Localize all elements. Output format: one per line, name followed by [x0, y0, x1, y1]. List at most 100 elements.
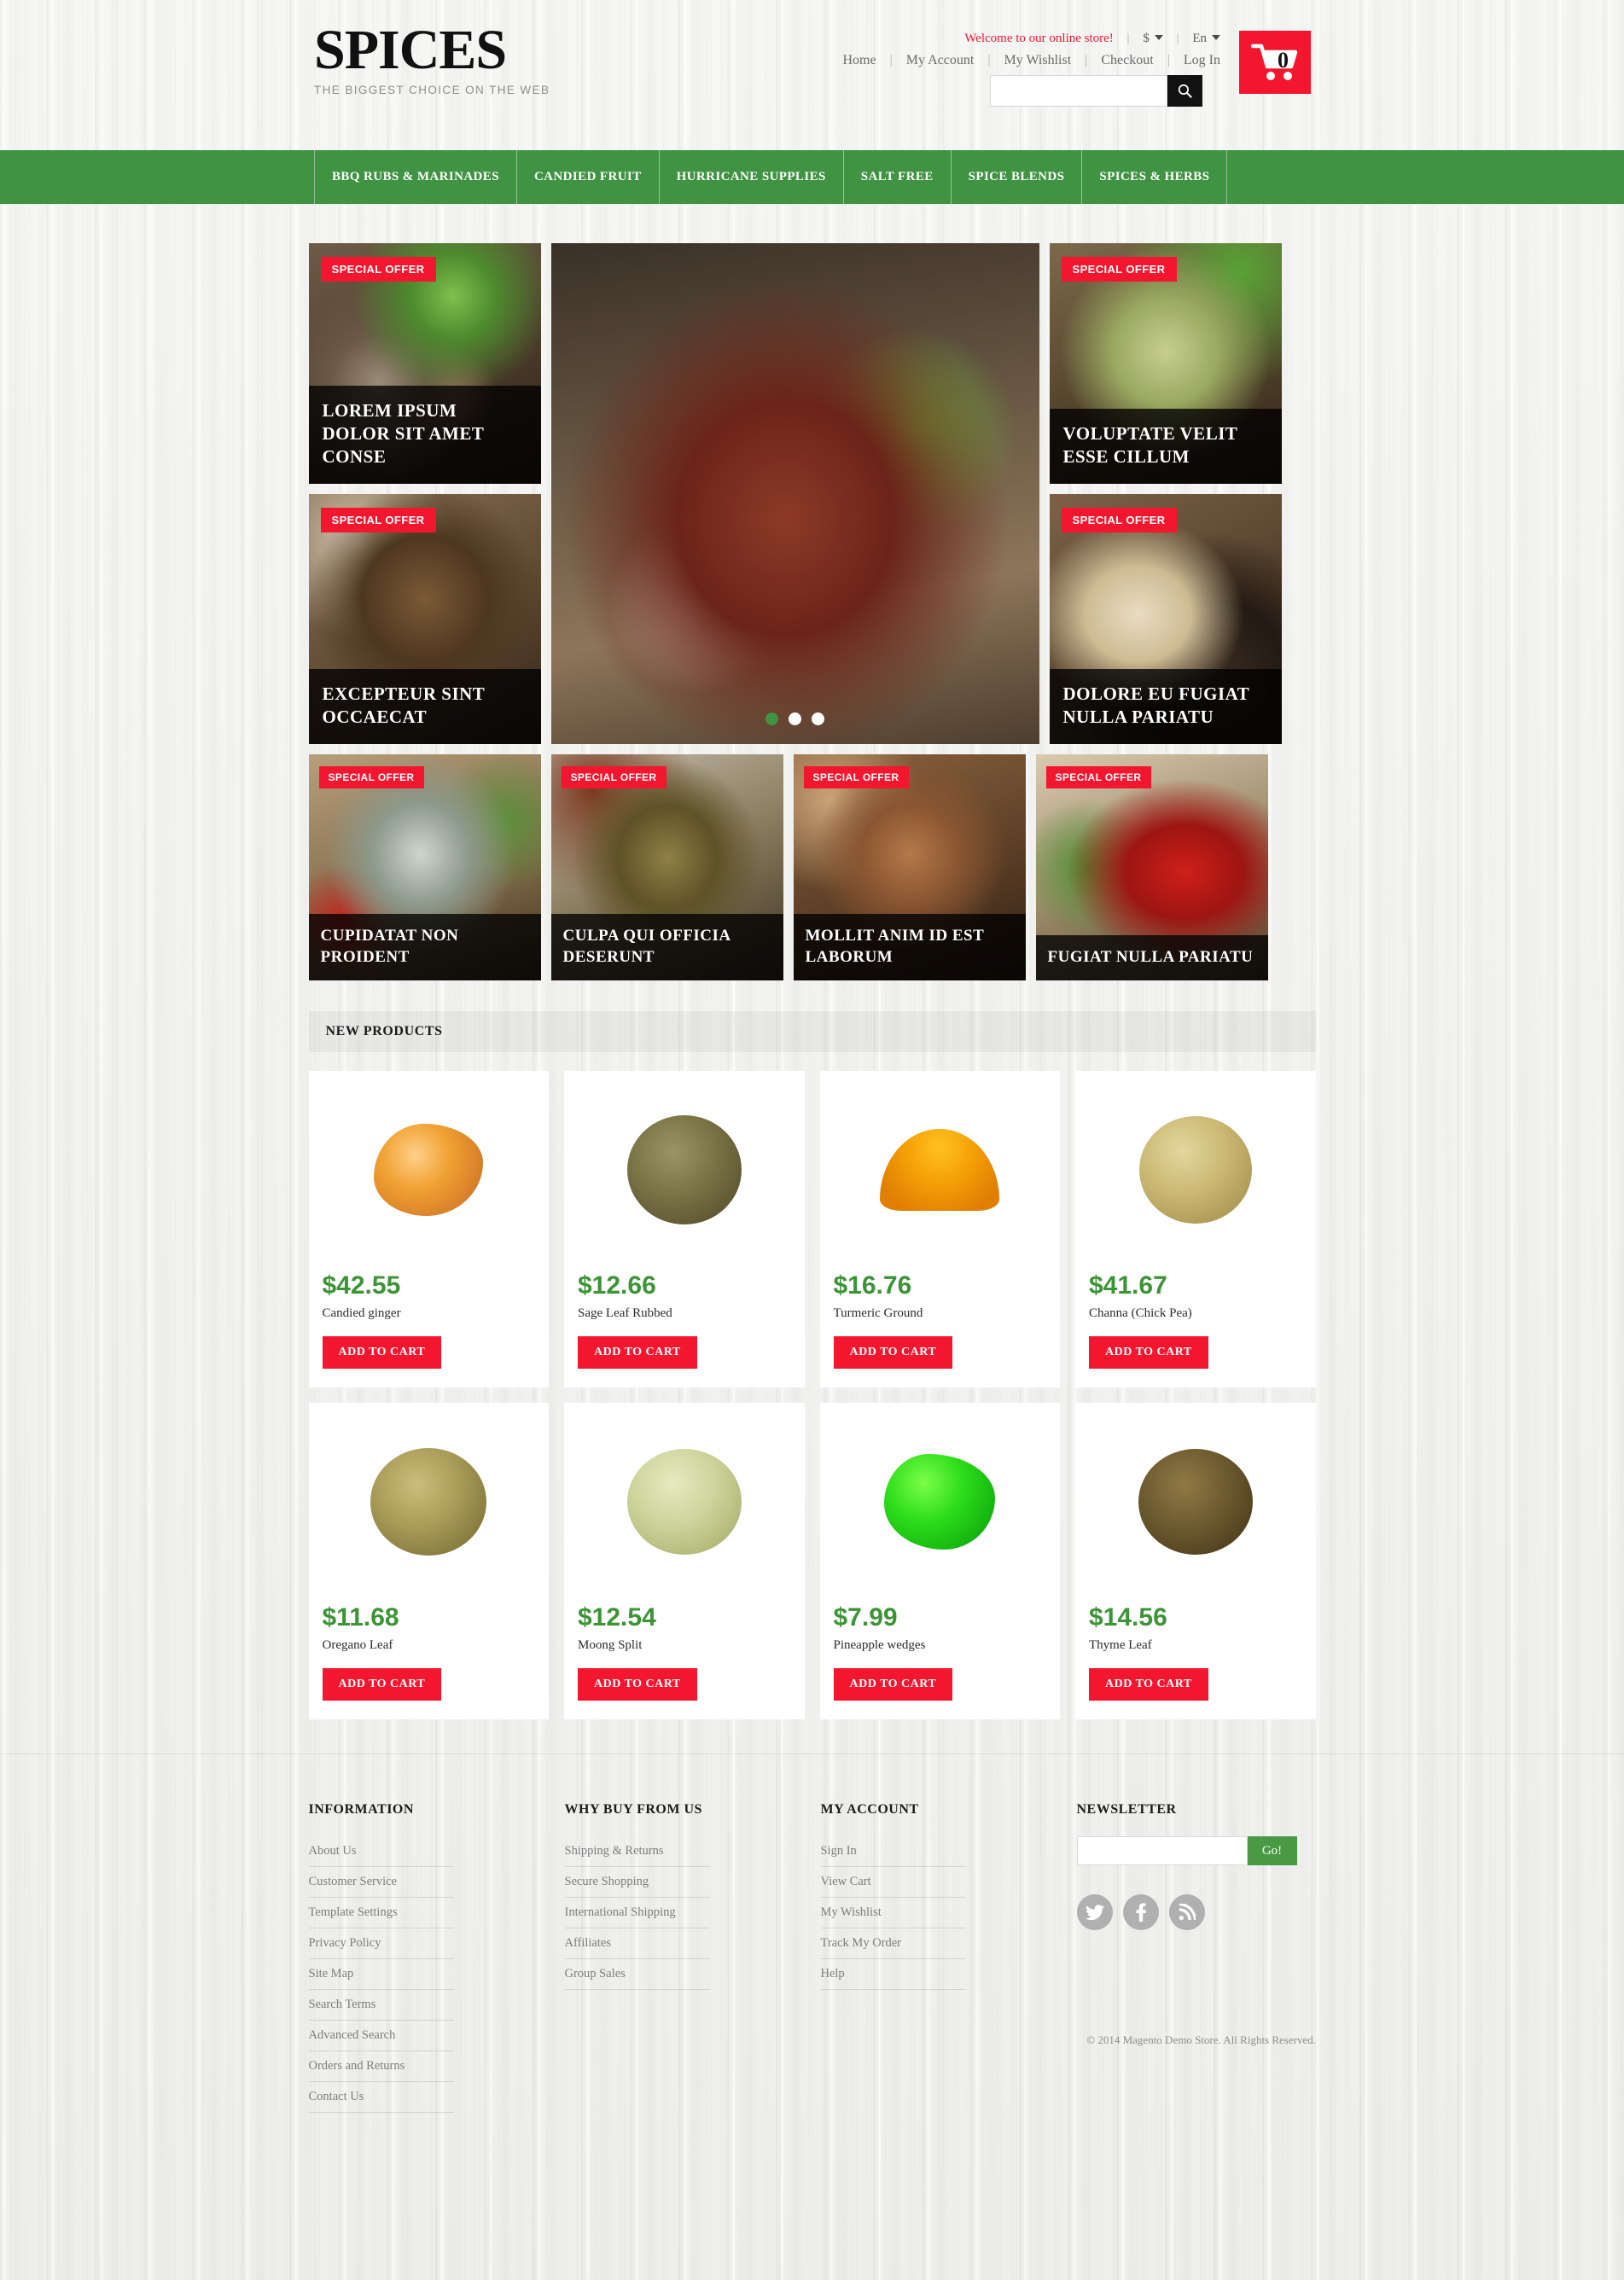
promo-caption: MOLLIT ANIM ID EST LABORUM: [793, 914, 1026, 980]
product-price: $12.66: [578, 1271, 656, 1300]
footer-heading: WHY BUY FROM US: [564, 1802, 702, 1817]
product-price: $11.68: [322, 1603, 399, 1631]
promo-caption: CUPIDATAT NON PROIDENT: [308, 914, 541, 980]
footer-link-affiliates[interactable]: Affiliates: [565, 1936, 612, 1950]
promo-caption: DOLORE EU FUGIAT NULLA PARIATU: [1049, 669, 1282, 744]
cart-item-count: 0: [1278, 48, 1289, 73]
newsletter-email-input[interactable]: [1076, 1836, 1248, 1865]
product-image-channa-chick-pea: [1089, 1085, 1302, 1255]
footer-link-contact-us[interactable]: Contact Us: [309, 2090, 364, 2103]
language-switcher[interactable]: En: [1192, 32, 1220, 45]
promo-left-column: SPECIAL OFFER LOREM IPSUM DOLOR SIT AMET…: [308, 243, 541, 744]
list-item: Search Terms: [308, 1990, 454, 2021]
promo-tile-3[interactable]: SPECIAL OFFER VOLUPTATE VELIT ESSE CILLU…: [1049, 243, 1282, 484]
cart-button[interactable]: 0: [1239, 31, 1311, 94]
promo-caption: FUGIAT NULLA PARIATU: [1035, 935, 1268, 980]
currency-switcher[interactable]: $: [1143, 32, 1163, 45]
add-to-cart-button[interactable]: ADD TO CART: [833, 1336, 953, 1369]
footer-link-secure-shopping[interactable]: Secure Shopping: [565, 1875, 649, 1888]
promo-tile-1[interactable]: SPECIAL OFFER LOREM IPSUM DOLOR SIT AMET…: [308, 243, 541, 484]
search-button[interactable]: [1167, 75, 1202, 107]
list-item: About Us: [308, 1836, 454, 1867]
slider-dot-1[interactable]: [765, 712, 778, 725]
newsletter-subscribe-button[interactable]: Go!: [1247, 1836, 1297, 1865]
product-name: Thyme Leaf: [1089, 1638, 1152, 1652]
promo-tile-6[interactable]: SPECIAL OFFER CULPA QUI OFFICIA DESERUNT: [550, 754, 783, 980]
slider-pagination: [551, 712, 1039, 725]
slider-dot-2[interactable]: [789, 712, 801, 725]
nav-item-hurricane-supplies[interactable]: HURRICANE SUPPLIES: [658, 150, 843, 204]
product-card[interactable]: $16.76 Turmeric Ground ADD TO CART: [819, 1071, 1060, 1387]
slider-dot-3[interactable]: [812, 712, 824, 725]
promo-tile-4[interactable]: SPECIAL OFFER DOLORE EU FUGIAT NULLA PAR…: [1049, 494, 1282, 744]
add-to-cart-button[interactable]: ADD TO CART: [1089, 1336, 1208, 1369]
top-link-checkout[interactable]: Checkout: [1101, 53, 1153, 67]
search-input[interactable]: [990, 75, 1167, 107]
footer-link-view-cart[interactable]: View Cart: [821, 1875, 871, 1888]
product-price: $16.76: [833, 1271, 912, 1300]
chevron-down-icon: [1154, 35, 1163, 40]
hero-slider[interactable]: [550, 243, 1039, 744]
promo-tile-8[interactable]: SPECIAL OFFER FUGIAT NULLA PARIATU: [1035, 754, 1268, 980]
special-offer-badge: SPECIAL OFFER: [1061, 508, 1178, 532]
list-item: Privacy Policy: [308, 1928, 454, 1959]
footer-link-customer-service[interactable]: Customer Service: [309, 1875, 398, 1888]
social-link-rss[interactable]: [1168, 1894, 1205, 1930]
list-item: Orders and Returns: [308, 2051, 454, 2082]
product-card[interactable]: $42.55 Candied ginger ADD TO CART: [308, 1071, 549, 1387]
promo-tile-7[interactable]: SPECIAL OFFER MOLLIT ANIM ID EST LABORUM: [793, 754, 1026, 980]
social-link-facebook[interactable]: [1122, 1894, 1159, 1930]
footer-link-group-sales[interactable]: Group Sales: [565, 1967, 626, 1980]
footer-link-sign-in[interactable]: Sign In: [821, 1844, 857, 1858]
product-image-oregano-leaf: [323, 1416, 536, 1587]
footer-link-about-us[interactable]: About Us: [309, 1844, 357, 1858]
special-offer-badge: SPECIAL OFFER: [320, 257, 437, 282]
twitter-icon: [1085, 1904, 1104, 1920]
social-link-twitter[interactable]: [1076, 1894, 1113, 1930]
footer-column-why-buy-from-us: WHY BUY FROM US Shipping & Returns Secur…: [564, 1802, 821, 2113]
add-to-cart-button[interactable]: ADD TO CART: [578, 1668, 697, 1701]
add-to-cart-button[interactable]: ADD TO CART: [322, 1336, 442, 1369]
footer-link-search-terms[interactable]: Search Terms: [309, 1998, 376, 2011]
product-name: Pineapple wedges: [833, 1638, 926, 1652]
add-to-cart-button[interactable]: ADD TO CART: [1089, 1668, 1208, 1701]
top-link-my-account[interactable]: My Account: [906, 53, 975, 67]
add-to-cart-button[interactable]: ADD TO CART: [578, 1336, 697, 1369]
top-link-my-wishlist[interactable]: My Wishlist: [1004, 53, 1072, 67]
footer-link-track-my-order[interactable]: Track My Order: [821, 1936, 902, 1950]
top-link-log-in[interactable]: Log In: [1184, 53, 1220, 67]
footer-link-site-map[interactable]: Site Map: [309, 1967, 354, 1980]
chevron-down-icon: [1212, 35, 1220, 40]
footer-link-international-shipping[interactable]: International Shipping: [565, 1905, 676, 1919]
promo-right-column: SPECIAL OFFER VOLUPTATE VELIT ESSE CILLU…: [1049, 243, 1282, 744]
footer-heading: INFORMATION: [308, 1802, 414, 1817]
nav-item-spices-herbs[interactable]: SPICES & HERBS: [1081, 150, 1228, 204]
footer-link-privacy-policy[interactable]: Privacy Policy: [309, 1936, 381, 1950]
product-card[interactable]: $14.56 Thyme Leaf ADD TO CART: [1075, 1403, 1316, 1719]
nav-item-salt-free[interactable]: SALT FREE: [842, 150, 951, 204]
nav-item-bbq-rubs-marinades[interactable]: BBQ RUBS & MARINADES: [314, 150, 516, 204]
product-card[interactable]: $11.68 Oregano Leaf ADD TO CART: [308, 1403, 549, 1719]
site-logo[interactable]: SPICES THE BIGGEST CHOICE ON THE WEB: [314, 22, 550, 97]
footer-link-advanced-search[interactable]: Advanced Search: [309, 2028, 396, 2042]
footer-link-template-settings[interactable]: Template Settings: [309, 1905, 398, 1919]
list-item: Advanced Search: [308, 2021, 454, 2051]
product-card[interactable]: $12.54 Moong Split ADD TO CART: [564, 1403, 805, 1719]
promo-tile-5[interactable]: SPECIAL OFFER CUPIDATAT NON PROIDENT: [308, 754, 541, 980]
top-link-home[interactable]: Home: [842, 53, 876, 67]
product-card[interactable]: $41.67 Channa (Chick Pea) ADD TO CART: [1075, 1071, 1316, 1387]
nav-item-spice-blends[interactable]: SPICE BLENDS: [950, 150, 1082, 204]
product-image-pineapple-wedges: [834, 1416, 1047, 1587]
language-label: En: [1192, 32, 1207, 45]
add-to-cart-button[interactable]: ADD TO CART: [833, 1668, 953, 1701]
product-card[interactable]: $12.66 Sage Leaf Rubbed ADD TO CART: [564, 1071, 805, 1387]
nav-item-candied-fruit[interactable]: CANDIED FRUIT: [515, 150, 659, 204]
promo-tile-2[interactable]: SPECIAL OFFER EXCEPTEUR SINT OCCAECAT: [308, 494, 541, 744]
special-offer-badge: SPECIAL OFFER: [318, 766, 424, 788]
product-card[interactable]: $7.99 Pineapple wedges ADD TO CART: [819, 1403, 1060, 1719]
footer-link-my-wishlist[interactable]: My Wishlist: [821, 1905, 882, 1919]
footer-link-orders-and-returns[interactable]: Orders and Returns: [309, 2059, 405, 2073]
add-to-cart-button[interactable]: ADD TO CART: [322, 1668, 442, 1701]
footer-link-shipping-returns[interactable]: Shipping & Returns: [565, 1844, 664, 1858]
footer-link-help[interactable]: Help: [821, 1967, 845, 1980]
